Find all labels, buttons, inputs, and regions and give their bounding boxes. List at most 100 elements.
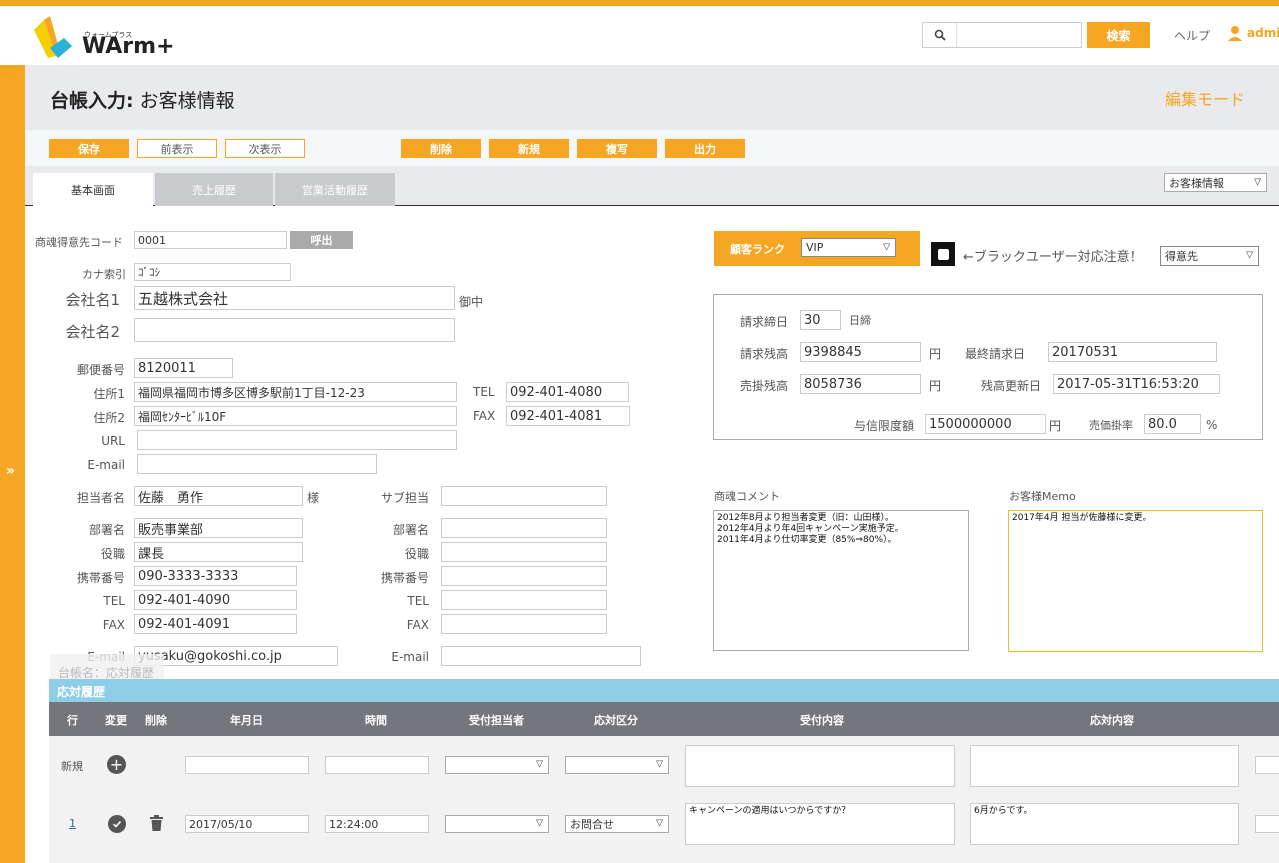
credit-limit-label: 与信限度額 — [853, 419, 914, 433]
last-bill-label: 最終請求日 — [964, 347, 1025, 361]
customer-type-select[interactable]: 得意先 ▽ — [1160, 246, 1259, 266]
output-button[interactable]: 出力 — [665, 139, 745, 158]
new-kind-select[interactable]: ▽ — [565, 756, 669, 774]
row-staff-select[interactable]: ▽ — [445, 815, 549, 833]
new-button[interactable]: 新規 — [489, 139, 569, 158]
last-bill-input[interactable]: 20170531 — [1048, 342, 1217, 362]
chevron-down-icon: ▽ — [536, 818, 543, 829]
row-request-textarea[interactable]: キャンペーンの適用はいつからですか？ — [685, 803, 955, 845]
url-input[interactable] — [137, 430, 457, 450]
ar-balance-input[interactable]: 8058736 — [800, 374, 921, 394]
delete-button[interactable]: 削除 — [401, 139, 481, 158]
rate-input[interactable]: 80.0 — [1144, 414, 1201, 434]
copy-button[interactable]: 複写 — [577, 139, 657, 158]
email-input[interactable] — [137, 454, 377, 474]
zip-input[interactable]: 8120011 — [134, 358, 233, 378]
search-button[interactable]: 検索 — [1087, 22, 1150, 48]
help-link[interactable]: ヘルプ — [1174, 27, 1210, 44]
close-unit-label: 日締 — [849, 314, 871, 327]
company2-input[interactable] — [134, 318, 455, 342]
bill-balance-input[interactable]: 9398845 — [800, 342, 921, 362]
row-number-link[interactable]: 1 — [69, 817, 76, 830]
balance-updated-label: 残高更新日 — [980, 379, 1041, 393]
sama-label: 様 — [307, 491, 320, 505]
address2-input[interactable]: 福岡ｾﾝﾀｰﾋﾞﾙ10F — [134, 406, 457, 426]
dept-input[interactable]: 販売事業部 — [134, 518, 303, 538]
history-header-bar — [49, 679, 1279, 702]
col-request: 受付内容 — [800, 714, 844, 727]
check-circle-icon[interactable] — [108, 815, 126, 833]
sub-fax-input[interactable] — [441, 614, 607, 634]
chevron-down-icon: ▽ — [1254, 177, 1261, 187]
person-input[interactable]: 佐藤 勇作 — [134, 486, 303, 506]
sub-dept-label: 部署名 — [392, 523, 429, 537]
contact-tel-input[interactable]: 092-401-4090 — [134, 590, 297, 610]
new-response-textarea[interactable] — [970, 745, 1239, 787]
tab-activity-history[interactable]: 営業活動履歴 — [275, 173, 395, 206]
customer-memo-label: お客様Memo — [1009, 490, 1076, 503]
company1-input[interactable]: 五越株式会社 — [134, 286, 455, 310]
row-extra-input[interactable] — [1255, 815, 1279, 833]
sub-dept-input[interactable] — [441, 518, 607, 538]
yen-label-1: 円 — [929, 347, 942, 361]
row-time-input[interactable]: 12:24:00 — [325, 815, 429, 833]
sub-mobile-input[interactable] — [441, 566, 607, 586]
shokon-comment-label: 商魂コメント — [714, 490, 780, 503]
prev-button[interactable]: 前表示 — [137, 139, 217, 158]
fax-input[interactable]: 092-401-4081 — [506, 406, 630, 426]
shokon-comment-textarea[interactable]: 2012年8月より担当者変更（旧：山田様）。 2012年4月より年4回キャンペー… — [713, 510, 969, 651]
sub-tel-input[interactable] — [441, 590, 607, 610]
new-date-input[interactable] — [185, 756, 309, 774]
contact-fax-label: FAX — [102, 618, 125, 632]
mobile-input[interactable]: 090-3333-3333 — [134, 566, 297, 586]
new-staff-select[interactable]: ▽ — [445, 756, 549, 774]
credit-limit-input[interactable]: 1500000000 — [925, 414, 1046, 434]
sub-person-input[interactable] — [441, 486, 607, 506]
user-name: admin — [1247, 26, 1279, 40]
new-extra-input[interactable] — [1255, 756, 1279, 774]
dept-label: 部署名 — [88, 523, 125, 537]
add-row-icon[interactable]: + — [107, 755, 126, 774]
row-kind-select[interactable]: お問合せ ▽ — [565, 815, 669, 833]
save-button[interactable]: 保存 — [49, 139, 129, 158]
balance-updated-input[interactable]: 2017-05-31T16:53:20 — [1053, 374, 1220, 394]
new-request-textarea[interactable] — [685, 745, 955, 787]
next-button[interactable]: 次表示 — [225, 139, 305, 158]
col-edit: 変更 — [105, 714, 127, 727]
sub-email-input[interactable] — [441, 646, 641, 666]
yen-label-2: 円 — [929, 379, 942, 393]
tab-sales-history[interactable]: 売上履歴 — [155, 173, 273, 206]
history-title: 応対履歴 — [57, 685, 106, 699]
title-label: 役職 — [100, 547, 125, 561]
call-button[interactable]: 呼出 — [290, 231, 353, 249]
rank-select[interactable]: VIP ▽ — [801, 238, 896, 257]
code-input[interactable]: 0001 — [134, 231, 287, 249]
search-input[interactable] — [959, 25, 1079, 45]
contact-email-input[interactable]: yusaku@gokoshi.co.jp — [134, 646, 338, 666]
user-menu[interactable]: admin — [1227, 25, 1279, 41]
view-select[interactable]: お客様情報 ▽ — [1164, 173, 1267, 192]
sidebar-toggle[interactable]: » — [0, 65, 25, 863]
kana-input[interactable]: ｺﾞｺｼ — [134, 263, 291, 281]
chevron-down-icon: ▽ — [536, 759, 543, 770]
title-input[interactable]: 課長 — [134, 542, 303, 562]
sub-tel-label: TEL — [407, 594, 429, 608]
sub-title-input[interactable] — [441, 542, 607, 562]
blacklist-checkbox[interactable] — [931, 242, 955, 266]
new-time-input[interactable] — [325, 756, 429, 774]
close-day-input[interactable]: 30 — [800, 310, 841, 330]
tab-basic[interactable]: 基本画面 — [33, 173, 153, 206]
honorific-label: 御中 — [459, 295, 484, 309]
trash-icon[interactable] — [150, 815, 163, 831]
user-icon — [1228, 26, 1242, 41]
email-label: E-mail — [87, 458, 125, 472]
contact-fax-input[interactable]: 092-401-4091 — [134, 614, 297, 634]
customer-memo-textarea[interactable]: 2017年4月 担当が佐藤様に変更。 — [1008, 510, 1263, 652]
bill-balance-label: 請求残高 — [739, 347, 788, 361]
blacklist-warning: ←ブラックユーザー対応注意！ — [963, 250, 1143, 265]
row-response-textarea[interactable]: 6月からです。 — [970, 803, 1239, 845]
tel-input[interactable]: 092-401-4080 — [506, 382, 629, 402]
address2-label: 住所2 — [93, 411, 125, 425]
address1-input[interactable]: 福岡県福岡市博多区博多駅前1丁目-12-23 — [134, 382, 457, 402]
row-date-input[interactable]: 2017/05/10 — [185, 815, 309, 833]
